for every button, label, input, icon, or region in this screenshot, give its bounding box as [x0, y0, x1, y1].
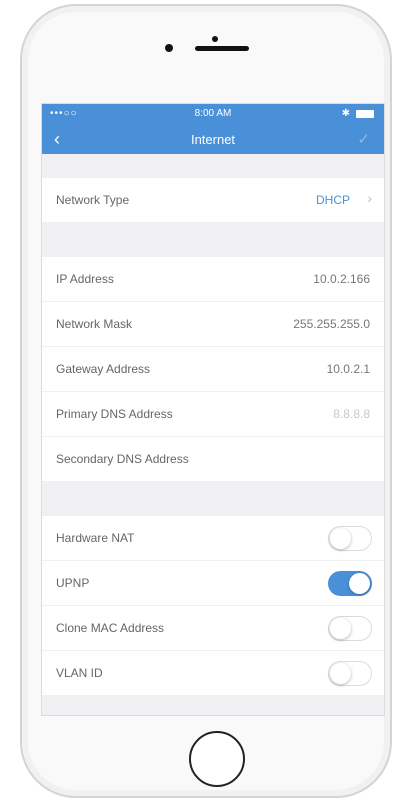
battery-icon [356, 110, 374, 118]
network-type-label: Network Type [56, 193, 130, 207]
toggle-knob [349, 573, 370, 594]
bluetooth-icon: ✱ [341, 108, 350, 119]
earpiece-speaker [195, 46, 249, 51]
app-screen: •••○○ 8:00 AM ✱ ‹ Internet ✓ Network Typ… [41, 103, 385, 716]
front-camera [165, 44, 173, 52]
ip-address-row[interactable]: IP Address 10.0.2.166 [42, 257, 384, 302]
network-mask-value: 255.255.255.0 [293, 317, 370, 331]
ip-address-value: 10.0.2.166 [313, 272, 370, 286]
section-gap [42, 154, 384, 178]
network-type-row[interactable]: Network Type DHCP › [42, 178, 384, 223]
primary-dns-label: Primary DNS Address [56, 407, 173, 421]
clone-mac-row: Clone MAC Address [42, 606, 384, 651]
network-mask-row[interactable]: Network Mask 255.255.255.0 [42, 302, 384, 347]
status-bar: •••○○ 8:00 AM ✱ [42, 104, 384, 124]
gateway-address-row[interactable]: Gateway Address 10.0.2.1 [42, 347, 384, 392]
secondary-dns-label: Secondary DNS Address [56, 452, 189, 466]
hardware-nat-row: Hardware NAT [42, 516, 384, 561]
primary-dns-value[interactable]: 8.8.8.8 [333, 407, 370, 421]
vlan-id-row: VLAN ID [42, 651, 384, 696]
toggle-knob [330, 528, 351, 549]
clone-mac-toggle[interactable] [328, 616, 372, 641]
page-title: Internet [190, 132, 236, 147]
upnp-toggle[interactable] [328, 571, 372, 596]
gateway-address-value: 10.0.2.1 [326, 362, 370, 376]
toggle-knob [330, 663, 351, 684]
toggle-knob [330, 618, 351, 639]
upnp-row: UPNP [42, 561, 384, 606]
upnp-label: UPNP [56, 576, 90, 590]
ip-address-label: IP Address [56, 272, 114, 286]
section-gap [42, 223, 384, 257]
vlan-id-toggle[interactable] [328, 661, 372, 686]
confirm-check-icon[interactable]: ✓ [357, 130, 370, 148]
section-gap [42, 482, 384, 516]
clone-mac-label: Clone MAC Address [56, 621, 165, 635]
gateway-address-label: Gateway Address [56, 362, 151, 376]
home-button[interactable] [189, 731, 245, 787]
hardware-nat-label: Hardware NAT [56, 531, 135, 545]
proximity-sensor [212, 36, 218, 42]
nav-bar: ‹ Internet ✓ [42, 124, 384, 154]
hardware-nat-toggle[interactable] [328, 526, 372, 551]
secondary-dns-row[interactable]: Secondary DNS Address [42, 437, 384, 482]
network-type-value: DHCP [315, 193, 350, 207]
primary-dns-row[interactable]: Primary DNS Address 8.8.8.8 [42, 392, 384, 437]
chevron-right-icon: › [367, 190, 372, 206]
vlan-id-label: VLAN ID [56, 666, 103, 680]
network-mask-label: Network Mask [56, 317, 133, 331]
status-time: 8:00 AM [194, 108, 232, 119]
